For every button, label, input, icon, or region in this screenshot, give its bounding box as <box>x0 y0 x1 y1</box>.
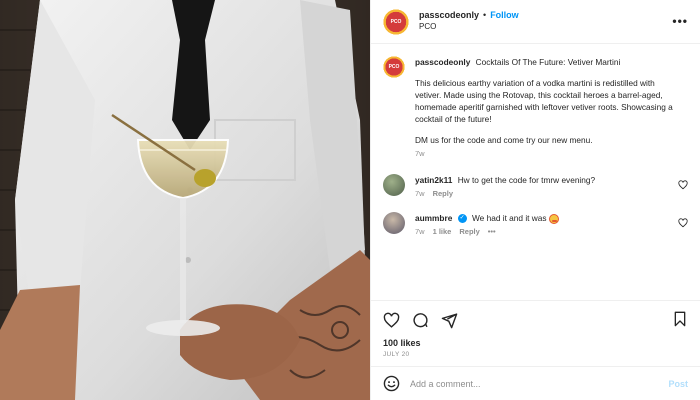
comment-likes[interactable]: 1 like <box>433 227 452 238</box>
commenter-avatar[interactable] <box>383 211 405 234</box>
reply-button[interactable]: Reply <box>459 227 479 238</box>
comment-meta: 7w Reply <box>415 189 674 200</box>
account-avatar[interactable]: PCO <box>383 8 409 35</box>
emoji-icon[interactable] <box>383 375 400 392</box>
post-comment-button[interactable]: Post <box>668 379 688 389</box>
header-text: passcodeonly • Follow PCO <box>419 10 519 32</box>
comment-body: yatin2k11 Hw to get the code for tmrw ev… <box>415 174 688 200</box>
star-struck-emoji-icon <box>548 213 559 224</box>
account-subtitle[interactable]: PCO <box>419 22 519 32</box>
caption-cta: DM us for the code and come try our new … <box>415 135 593 146</box>
post-date[interactable]: JULY 20 <box>383 351 688 358</box>
comment-time[interactable]: 7w <box>415 189 425 200</box>
comment-text: Hw to get the code for tmrw evening? <box>457 174 596 185</box>
caption-title: Cocktails Of The Future: Vetiver Martini <box>475 57 621 67</box>
add-comment-bar: Post <box>371 366 700 400</box>
comment-meta: 7w 1 like Reply ••• <box>415 227 674 238</box>
comment-heart-icon[interactable] <box>678 180 688 190</box>
comment-username[interactable]: yatin2k11 <box>415 175 452 185</box>
post-photo[interactable] <box>0 0 370 400</box>
caption-username[interactable]: passcodeonly <box>415 57 470 67</box>
caption-avatar[interactable]: PCO <box>383 56 405 78</box>
heart-icon[interactable] <box>383 312 400 329</box>
cocktail-photo <box>0 0 370 400</box>
caption-body: passcodeonly Cocktails Of The Future: Ve… <box>415 56 688 160</box>
instagram-post: PCO passcodeonly • Follow PCO ••• PCO pa… <box>0 0 700 400</box>
comment-more-icon[interactable]: ••• <box>488 227 496 238</box>
separator-dot: • <box>483 10 487 21</box>
comment-icon[interactable] <box>412 312 429 329</box>
post-panel: PCO passcodeonly • Follow PCO ••• PCO pa… <box>370 0 700 400</box>
action-icons <box>383 309 688 331</box>
comment-row: aummbre ✓ We had it and it was 7w 1 like… <box>383 211 688 238</box>
comment-username[interactable]: aummbre <box>415 213 452 223</box>
likes-count[interactable]: 100 likes <box>383 338 688 348</box>
share-icon[interactable] <box>441 312 458 329</box>
header-top: passcodeonly • Follow <box>419 10 519 22</box>
reply-button[interactable]: Reply <box>433 189 453 200</box>
more-options-icon[interactable]: ••• <box>672 14 688 28</box>
account-username[interactable]: passcodeonly <box>419 10 479 22</box>
caption-meta: 7w <box>415 149 674 160</box>
post-actions: 100 likes JULY 20 <box>371 300 700 366</box>
commenter-avatar[interactable] <box>383 173 405 196</box>
bookmark-icon[interactable] <box>672 311 688 327</box>
verified-badge-icon: ✓ <box>457 214 467 224</box>
caption-time[interactable]: 7w <box>415 149 425 160</box>
comment-time[interactable]: 7w <box>415 227 425 238</box>
caption-paragraph: This delicious earthy variation of a vod… <box>415 78 673 125</box>
comment-heart-icon[interactable] <box>678 218 688 228</box>
post-header: PCO passcodeonly • Follow PCO ••• <box>371 0 700 44</box>
comment-body: aummbre ✓ We had it and it was 7w 1 like… <box>415 212 688 238</box>
comments-section: PCO passcodeonly Cocktails Of The Future… <box>371 44 700 300</box>
caption-row: PCO passcodeonly Cocktails Of The Future… <box>383 56 688 160</box>
comment-input[interactable] <box>410 378 669 389</box>
comment-row: yatin2k11 Hw to get the code for tmrw ev… <box>383 173 688 200</box>
avatar-logo-text: PCO <box>388 64 400 70</box>
avatar-logo-text: PCO <box>390 18 402 25</box>
follow-button[interactable]: Follow <box>490 10 519 22</box>
comment-text: We had it and it was <box>471 212 547 223</box>
